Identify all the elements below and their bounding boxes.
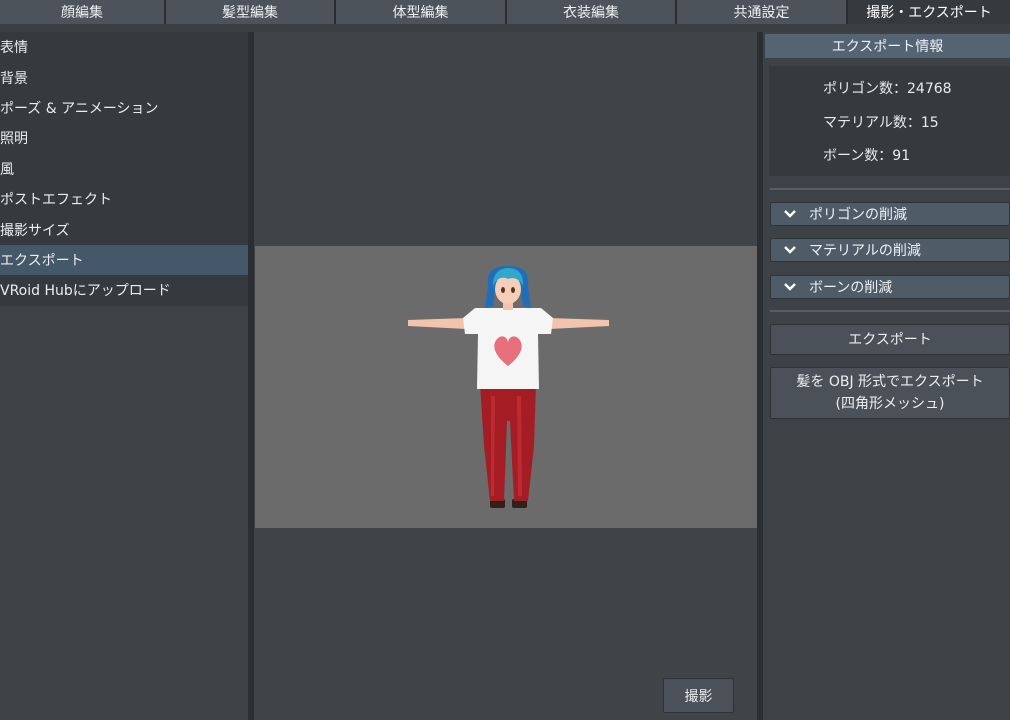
sidebar-item-vroid-hub-upload[interactable]: VRoid Hubにアップロード xyxy=(0,275,248,305)
export-button[interactable]: エクスポート xyxy=(770,324,1010,355)
viewport: 撮影 xyxy=(254,32,757,720)
section-polygon-reduction[interactable]: ポリゴンの削減 xyxy=(770,202,1010,226)
section-material-reduction[interactable]: マテリアルの削減 xyxy=(770,238,1010,262)
tab-face-edit[interactable]: 顔編集 xyxy=(0,0,166,24)
section-label: マテリアルの削減 xyxy=(809,243,921,259)
material-count: マテリアル数：15 xyxy=(823,115,939,131)
bone-count: ボーン数：91 xyxy=(823,148,911,164)
tab-hair-edit[interactable]: 髪型編集 xyxy=(166,0,336,24)
vroid-studio-window: 顔編集 髪型編集 体型編集 衣装編集 共通設定 撮影・エクスポート 表情 背景 … xyxy=(0,0,1010,720)
main-tab-bar: 顔編集 髪型編集 体型編集 衣装編集 共通設定 撮影・エクスポート xyxy=(0,0,1010,24)
sidebar-item-wind[interactable]: 風 xyxy=(0,154,248,184)
sidebar: 表情 背景 ポーズ & アニメーション 照明 風 ポストエフェクト 撮影サイズ … xyxy=(0,32,248,720)
export-info-panel: エクスポート情報 ポリゴン数：24768 マテリアル数：15 ボーン数：91 ポ… xyxy=(763,32,1010,720)
sidebar-item-post-effect[interactable]: ポストエフェクト xyxy=(0,184,248,214)
tab-photo-export[interactable]: 撮影・エクスポート xyxy=(848,0,1010,24)
hair-obj-export-label: 髪を OBJ 形式でエクスポート xyxy=(796,374,984,390)
sidebar-item-pose-animation[interactable]: ポーズ & アニメーション xyxy=(0,93,248,123)
hair-obj-export-sublabel: (四角形メッシュ) xyxy=(835,396,945,412)
sidebar-item-capture-size[interactable]: 撮影サイズ xyxy=(0,214,248,244)
capture-preview[interactable] xyxy=(255,246,757,528)
divider xyxy=(770,188,1010,190)
sidebar-menu: 表情 背景 ポーズ & アニメーション 照明 風 ポストエフェクト 撮影サイズ … xyxy=(0,32,248,306)
tab-outfit-edit[interactable]: 衣装編集 xyxy=(507,0,677,24)
chevron-down-icon xyxy=(784,210,796,218)
divider xyxy=(770,310,1010,312)
sidebar-item-expression[interactable]: 表情 xyxy=(0,32,248,62)
sidebar-item-export[interactable]: エクスポート xyxy=(0,244,248,276)
capture-button[interactable]: 撮影 xyxy=(663,678,734,713)
tab-body-edit[interactable]: 体型編集 xyxy=(336,0,507,24)
section-bone-reduction[interactable]: ボーンの削減 xyxy=(770,275,1010,299)
sidebar-item-background[interactable]: 背景 xyxy=(0,62,248,92)
tab-common-settings[interactable]: 共通設定 xyxy=(677,0,848,24)
polygon-count: ポリゴン数：24768 xyxy=(823,81,952,97)
export-stats-box: ポリゴン数：24768 マテリアル数：15 ボーン数：91 xyxy=(769,66,1010,176)
sidebar-item-lighting[interactable]: 照明 xyxy=(0,123,248,153)
export-info-header: エクスポート情報 xyxy=(765,34,1010,58)
section-label: ポリゴンの削減 xyxy=(809,207,907,223)
chevron-down-icon xyxy=(784,246,796,254)
hair-obj-export-button[interactable]: 髪を OBJ 形式でエクスポート (四角形メッシュ) xyxy=(770,367,1010,419)
section-label: ボーンの削減 xyxy=(809,280,893,296)
chevron-down-icon xyxy=(784,283,796,291)
character-model xyxy=(408,266,609,508)
